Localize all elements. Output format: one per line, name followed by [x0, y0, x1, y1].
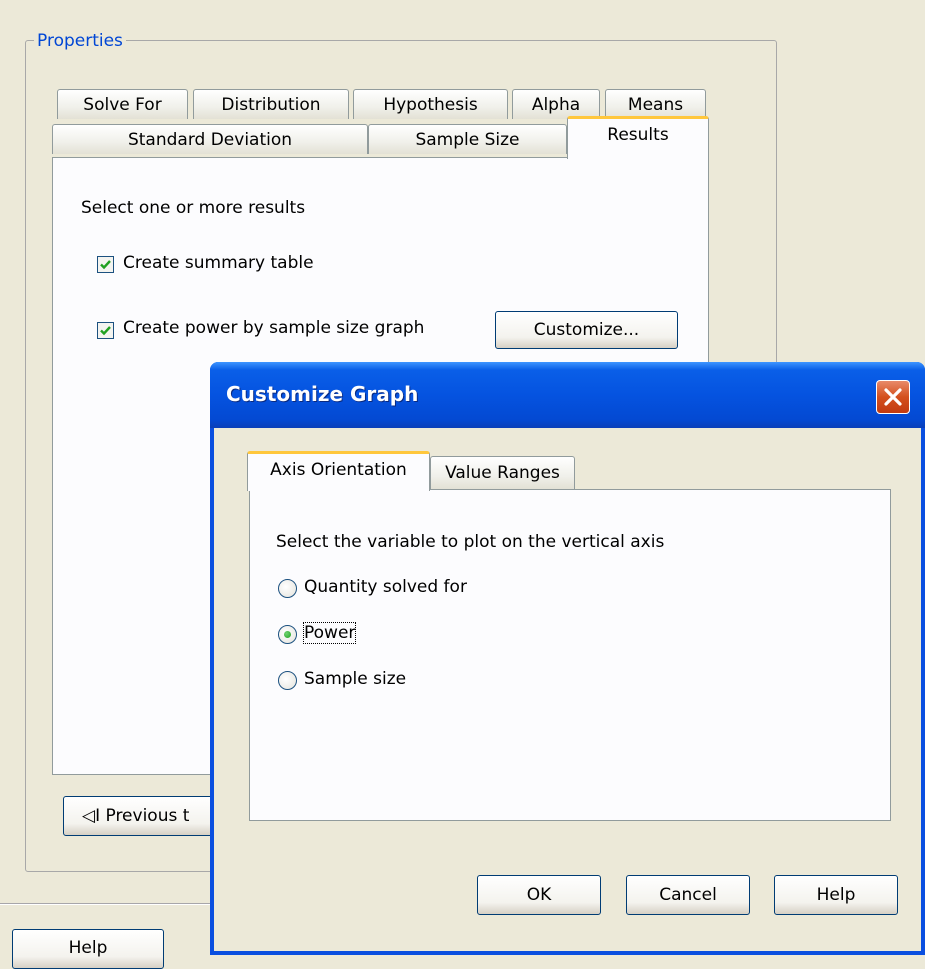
tab-sample-size[interactable]: Sample Size	[368, 124, 567, 154]
properties-legend: Properties	[34, 31, 126, 51]
results-prompt: Select one or more results	[81, 198, 306, 218]
axis-prompt: Select the variable to plot on the verti…	[276, 532, 665, 552]
tab-value-ranges[interactable]: Value Ranges	[430, 456, 575, 489]
summary-table-checkbox[interactable]	[97, 256, 114, 273]
radio-sample-size[interactable]	[278, 671, 297, 690]
previous-button[interactable]: ◁I Previous t	[63, 796, 223, 836]
tab-standard-deviation[interactable]: Standard Deviation	[52, 124, 368, 154]
customize-graph-dialog: Customize Graph Axis Orientation Value R…	[210, 362, 925, 955]
cancel-button[interactable]: Cancel	[626, 875, 750, 915]
dialog-help-button[interactable]: Help	[774, 875, 898, 915]
power-graph-label[interactable]: Create power by sample size graph	[123, 318, 424, 338]
dialog-titlebar[interactable]: Customize Graph	[210, 362, 925, 428]
dialog-title: Customize Graph	[226, 382, 419, 406]
tab-solve-for[interactable]: Solve For	[57, 89, 188, 119]
tab-axis-orientation[interactable]: Axis Orientation	[247, 451, 430, 491]
close-icon	[884, 388, 902, 406]
tab-distribution[interactable]: Distribution	[193, 89, 349, 119]
radio-selected-dot	[284, 631, 291, 638]
ok-button[interactable]: OK	[477, 875, 601, 915]
close-button[interactable]	[876, 380, 910, 414]
radio-quantity-solved-for[interactable]	[278, 579, 297, 598]
checkmark-icon	[100, 326, 111, 336]
option-quantity-solved-for[interactable]: Quantity solved for	[304, 577, 467, 597]
option-power[interactable]: Power	[302, 622, 357, 644]
separator-line	[0, 903, 215, 905]
dialog-client-area: Axis Orientation Value Ranges Select the…	[214, 428, 921, 951]
checkmark-icon	[100, 260, 111, 270]
option-sample-size[interactable]: Sample size	[304, 669, 406, 689]
radio-power[interactable]	[278, 625, 297, 644]
tab-hypothesis[interactable]: Hypothesis	[353, 89, 508, 119]
tab-means[interactable]: Means	[605, 89, 706, 119]
power-graph-checkbox[interactable]	[97, 322, 114, 339]
customize-button[interactable]: Customize...	[495, 311, 678, 349]
summary-table-label[interactable]: Create summary table	[123, 253, 314, 273]
tab-results[interactable]: Results	[567, 116, 709, 159]
tab-alpha[interactable]: Alpha	[512, 89, 600, 119]
help-button[interactable]: Help	[12, 929, 164, 969]
